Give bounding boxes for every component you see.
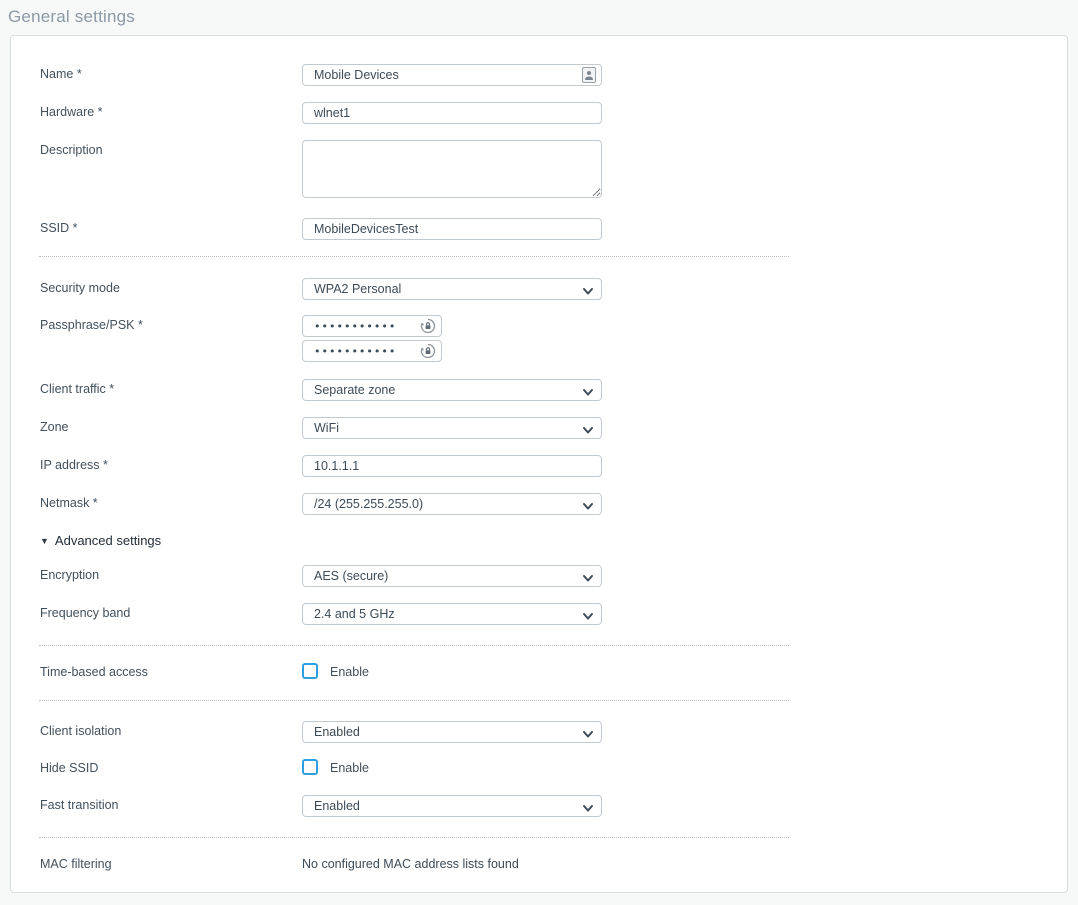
ip-address-input[interactable] — [302, 455, 602, 477]
chevron-down-icon — [582, 385, 594, 397]
description-label: Description — [40, 143, 103, 158]
general-settings-panel: Name * Hardware * Description SSID * Sec… — [10, 35, 1068, 893]
security-mode-label: Security mode — [40, 281, 120, 296]
zone-label: Zone — [40, 420, 69, 435]
client-isolation-selected-value: Enabled — [314, 725, 360, 739]
section-separator — [39, 700, 789, 701]
hardware-input[interactable] — [302, 102, 602, 124]
chevron-down-icon — [582, 609, 594, 621]
netmask-selected-value: /24 (255.255.255.0) — [314, 497, 423, 511]
ssid-input[interactable] — [302, 218, 602, 240]
advanced-settings-toggle[interactable]: ▼ Advanced settings — [40, 533, 161, 548]
section-separator — [39, 837, 789, 838]
ip-address-label: IP address * — [40, 458, 108, 473]
hide-ssid-label: Hide SSID — [40, 761, 98, 776]
chevron-down-icon — [582, 801, 594, 813]
fast-transition-label: Fast transition — [40, 798, 119, 813]
fast-transition-selected-value: Enabled — [314, 799, 360, 813]
encryption-label: Encryption — [40, 568, 99, 583]
hide-ssid-checkbox[interactable] — [302, 759, 318, 775]
frequency-band-label: Frequency band — [40, 606, 130, 621]
hide-ssid-checkbox-label: Enable — [330, 761, 369, 775]
time-based-access-label: Time-based access — [40, 665, 148, 680]
password-lock-toggle-icon[interactable] — [420, 343, 436, 359]
passphrase-input-wrap — [302, 315, 442, 337]
name-label: Name * — [40, 67, 82, 82]
encryption-select[interactable]: AES (secure) — [302, 565, 602, 587]
netmask-label: Netmask * — [40, 496, 98, 511]
password-lock-toggle-icon[interactable] — [420, 318, 436, 334]
name-input[interactable] — [302, 64, 602, 86]
mac-filtering-status-text: No configured MAC address lists found — [302, 857, 519, 871]
ssid-label: SSID * — [40, 221, 78, 236]
netmask-select[interactable]: /24 (255.255.255.0) — [302, 493, 602, 515]
zone-select[interactable]: WiFi — [302, 417, 602, 439]
security-mode-selected-value: WPA2 Personal — [314, 282, 401, 296]
hardware-label: Hardware * — [40, 105, 103, 120]
client-traffic-select[interactable]: Separate zone — [302, 379, 602, 401]
client-isolation-label: Client isolation — [40, 724, 121, 739]
frequency-band-select[interactable]: 2.4 and 5 GHz — [302, 603, 602, 625]
passphrase-confirm-input-wrap — [302, 340, 442, 362]
mac-filtering-label: MAC filtering — [40, 857, 112, 872]
frequency-band-selected-value: 2.4 and 5 GHz — [314, 607, 395, 621]
client-traffic-label: Client traffic * — [40, 382, 114, 397]
name-input-wrap — [302, 64, 602, 86]
security-mode-select[interactable]: WPA2 Personal — [302, 278, 602, 300]
collapse-triangle-icon: ▼ — [40, 536, 49, 546]
chevron-down-icon — [582, 727, 594, 739]
general-settings-page: General settings Name * Hardware * Descr… — [0, 0, 1078, 905]
advanced-settings-heading: Advanced settings — [55, 533, 161, 548]
autofill-contact-icon[interactable] — [582, 67, 596, 83]
client-traffic-selected-value: Separate zone — [314, 383, 395, 397]
chevron-down-icon — [582, 423, 594, 435]
time-based-access-checkbox[interactable] — [302, 663, 318, 679]
section-separator — [39, 645, 789, 646]
client-isolation-select[interactable]: Enabled — [302, 721, 602, 743]
page-title: General settings — [8, 7, 135, 27]
time-based-access-checkbox-label: Enable — [330, 665, 369, 679]
chevron-down-icon — [582, 499, 594, 511]
chevron-down-icon — [582, 571, 594, 583]
description-textarea[interactable] — [302, 140, 602, 198]
zone-selected-value: WiFi — [314, 421, 339, 435]
chevron-down-icon — [582, 284, 594, 296]
passphrase-label: Passphrase/PSK * — [40, 318, 143, 333]
encryption-selected-value: AES (secure) — [314, 569, 388, 583]
section-separator — [39, 256, 789, 257]
fast-transition-select[interactable]: Enabled — [302, 795, 602, 817]
